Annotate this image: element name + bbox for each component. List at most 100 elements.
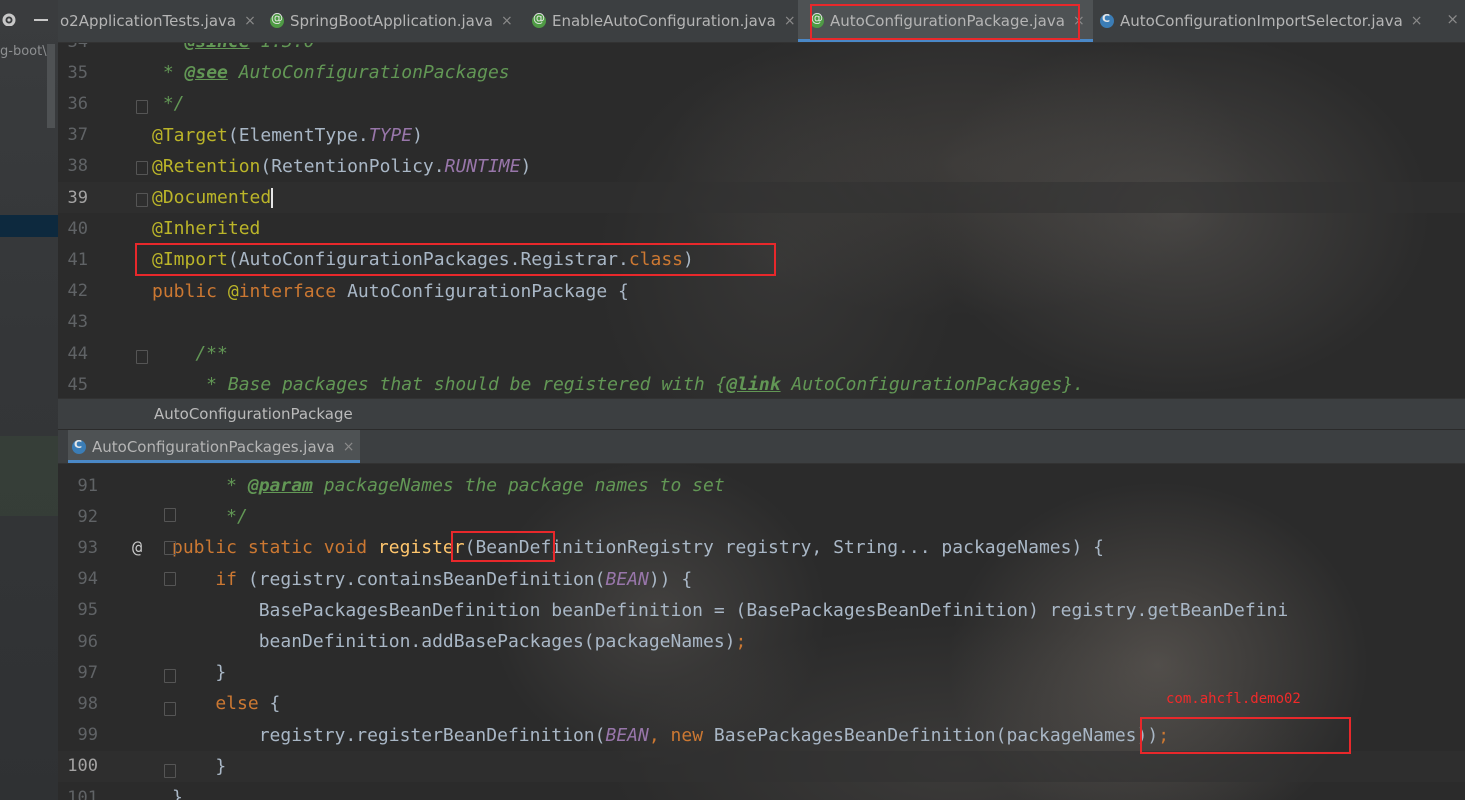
close-icon[interactable]: × (501, 13, 513, 29)
line-number[interactable]: 101 (58, 788, 98, 800)
code-line[interactable]: 92 */ (58, 501, 1465, 532)
line-number[interactable]: 34 (58, 43, 88, 52)
code-line[interactable]: 41 @Import(AutoConfigurationPackages.Regi… (58, 244, 1465, 275)
code-text[interactable]: * @see AutoConfigurationPackages (152, 62, 510, 83)
code-text[interactable]: @Retention(RetentionPolicy.RUNTIME) (152, 156, 531, 177)
line-number[interactable]: 35 (58, 63, 88, 83)
code-text[interactable]: * @param packageNames the package names … (172, 475, 725, 496)
fold-marker-icon[interactable] (164, 669, 176, 683)
code-line[interactable]: 91 * @param packageNames the package nam… (58, 470, 1465, 501)
fold-marker-icon[interactable] (136, 100, 148, 114)
code-line[interactable]: 34 * @since 1.3.0 (58, 43, 1465, 57)
code-text[interactable]: @Import(AutoConfigurationPackages.Regist… (152, 249, 694, 270)
code-line[interactable]: 101} (58, 782, 1465, 800)
code-line[interactable]: 43 (58, 307, 1465, 338)
line-number[interactable]: 98 (58, 694, 98, 714)
code-text[interactable]: if (registry.containsBeanDefinition(BEAN… (172, 569, 692, 590)
code-text[interactable]: public @interface AutoConfigurationPacka… (152, 281, 629, 302)
close-icon[interactable]: × (1446, 10, 1459, 28)
line-number[interactable]: 97 (58, 663, 98, 683)
code-line[interactable]: 38 @Retention(RetentionPolicy.RUNTIME) (58, 151, 1465, 182)
line-number[interactable]: 38 (58, 156, 88, 176)
code-text[interactable]: */ (152, 93, 185, 114)
line-number[interactable]: 40 (58, 219, 88, 239)
code-text[interactable]: } (172, 756, 226, 777)
line-number[interactable]: 96 (58, 632, 98, 652)
line-number[interactable]: 45 (58, 375, 88, 395)
tab-springbootapplication[interactable]: SpringBootApplication.java × (270, 0, 513, 42)
code-line[interactable]: 42 public @interface AutoConfigurationPac… (58, 276, 1465, 307)
code-text[interactable]: beanDefinition.addBasePackages(packageNa… (172, 631, 747, 652)
code-text[interactable]: */ (172, 506, 248, 527)
code-line[interactable]: 36 */ (58, 88, 1465, 119)
tab-o2applicationtests[interactable]: o2ApplicationTests.java × (60, 0, 256, 42)
line-number[interactable]: 44 (58, 344, 88, 364)
line-number[interactable]: 94 (58, 569, 98, 589)
tab-enableautoconfiguration[interactable]: EnableAutoConfiguration.java × (532, 0, 796, 42)
close-icon[interactable]: × (244, 13, 256, 29)
bottom-code-editor[interactable]: 91 * @param packageNames the package nam… (58, 464, 1465, 800)
tab-autoconfigurationpackage[interactable]: AutoConfigurationPackage.java × (798, 0, 1093, 42)
tab-autoconfigurationpackages[interactable]: AutoConfigurationPackages.java × (68, 430, 361, 463)
fold-marker-icon[interactable] (164, 572, 176, 586)
code-text[interactable]: } (172, 662, 226, 683)
code-text[interactable]: @Documented (152, 187, 274, 208)
code-line[interactable]: 99 registry.registerBeanDefinition(BEAN,… (58, 720, 1465, 751)
code-line[interactable]: 100 } (58, 750, 1465, 782)
top-code-editor[interactable]: 34 * @since 1.3.035 * @see AutoConfigura… (58, 43, 1465, 398)
code-line[interactable]: 45 * Base packages that should be regist… (58, 369, 1465, 398)
line-number[interactable]: 91 (58, 476, 98, 496)
gear-icon[interactable] (0, 8, 18, 26)
line-number[interactable]: 93 (58, 538, 98, 558)
close-icon[interactable]: × (784, 13, 796, 29)
code-text[interactable]: registry.registerBeanDefinition(BEAN, ne… (172, 725, 1169, 746)
code-text[interactable]: BasePackagesBeanDefinition beanDefinitio… (172, 600, 1289, 621)
code-text[interactable]: } (172, 787, 183, 800)
panel-scrollbar[interactable] (47, 44, 55, 128)
line-number[interactable]: 43 (58, 312, 88, 332)
fold-marker-icon[interactable] (164, 702, 176, 716)
code-line[interactable]: 37 @Target(ElementType.TYPE) (58, 120, 1465, 151)
code-line[interactable]: 35 * @see AutoConfigurationPackages (58, 57, 1465, 88)
code-text[interactable]: else { (172, 693, 280, 714)
code-line[interactable]: 93 @ public static void register(BeanDefin… (58, 532, 1465, 563)
line-number[interactable]: 99 (58, 725, 98, 745)
code-token: (registry.containsBeanDefinition( (247, 568, 606, 590)
tab-autoconfigurationimportselector[interactable]: AutoConfigurationImportSelector.java × (1100, 0, 1423, 42)
line-number[interactable]: 39 (58, 188, 88, 208)
close-icon[interactable]: × (1073, 13, 1085, 29)
code-line[interactable]: 94 if (registry.containsBeanDefinition(B… (58, 564, 1465, 595)
close-icon[interactable]: × (343, 439, 355, 455)
code-line[interactable]: 40 @Inherited (58, 213, 1465, 244)
code-line[interactable]: 96 beanDefinition.addBasePackages(packag… (58, 626, 1465, 657)
fold-marker-icon[interactable] (164, 541, 176, 555)
line-number[interactable]: 100 (58, 756, 98, 776)
implements-gutter-icon[interactable]: @ (132, 538, 142, 558)
code-line[interactable]: 97 } (58, 657, 1465, 688)
line-number[interactable]: 36 (58, 94, 88, 114)
code-text[interactable]: * Base packages that should be registere… (152, 374, 1084, 395)
code-text[interactable]: public static void register(BeanDefiniti… (172, 537, 1104, 558)
fold-marker-icon[interactable] (164, 764, 176, 778)
code-text[interactable]: * @since 1.3.0 (152, 43, 315, 52)
selected-tree-item[interactable] (0, 215, 58, 237)
code-line[interactable]: 44 /** (58, 338, 1465, 369)
project-path[interactable]: g-boot\ (0, 44, 47, 59)
code-line[interactable]: 95 BasePackagesBeanDefinition beanDefini… (58, 595, 1465, 626)
code-text[interactable]: /** (152, 343, 228, 364)
code-text[interactable]: @Target(ElementType.TYPE) (152, 125, 423, 146)
fold-marker-icon[interactable] (136, 193, 148, 207)
line-number[interactable]: 92 (58, 507, 98, 527)
line-number[interactable]: 37 (58, 125, 88, 145)
line-number[interactable]: 42 (58, 281, 88, 301)
fold-marker-icon[interactable] (164, 508, 176, 522)
fold-marker-icon[interactable] (136, 161, 148, 175)
code-text[interactable]: @Inherited (152, 218, 260, 239)
minimize-icon[interactable] (34, 19, 48, 21)
line-number[interactable]: 41 (58, 250, 88, 270)
breadcrumb-item[interactable]: AutoConfigurationPackage (154, 405, 353, 423)
close-icon[interactable]: × (1411, 13, 1423, 29)
fold-marker-icon[interactable] (136, 350, 148, 364)
line-number[interactable]: 95 (58, 600, 98, 620)
code-line[interactable]: 39 @Documented (58, 182, 1465, 213)
